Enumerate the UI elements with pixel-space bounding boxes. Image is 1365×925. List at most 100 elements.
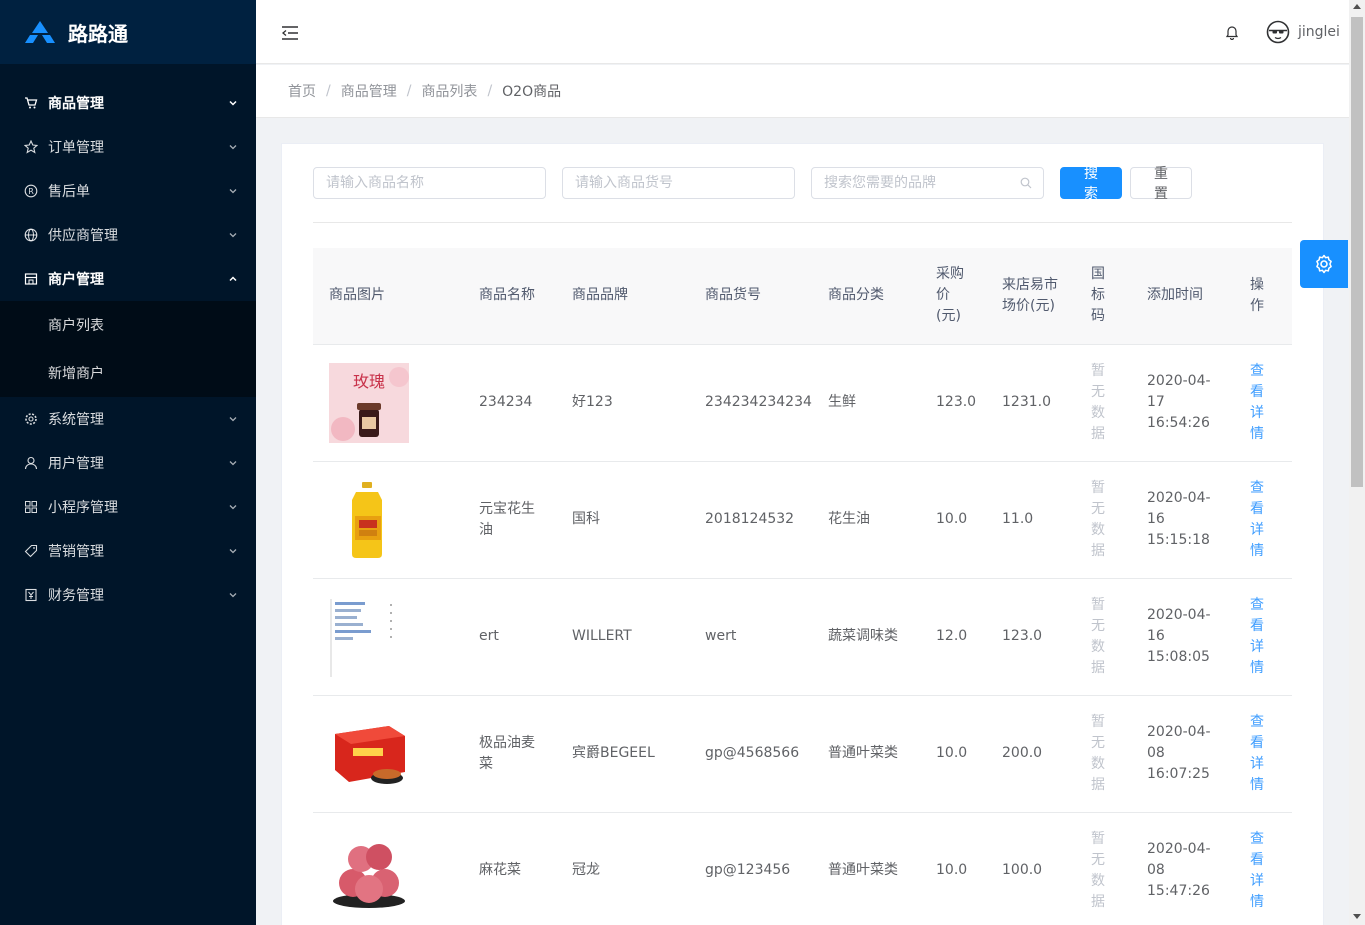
sidebar-item-aftersale[interactable]: R 售后单 bbox=[0, 169, 256, 213]
content-card: 搜 索 重 置 商品图片 商品名称 商品品牌 商品货号 商品分类 采购价(元) … bbox=[281, 143, 1324, 925]
settings-drawer-button[interactable] bbox=[1300, 240, 1348, 288]
goods-market-price: 200.0 bbox=[986, 695, 1075, 813]
goods-sku: 2018124532 bbox=[689, 461, 812, 579]
logo[interactable]: 路路通 bbox=[0, 0, 256, 64]
svg-text:玫瑰: 玫瑰 bbox=[353, 372, 385, 391]
registered-icon: R bbox=[24, 184, 38, 198]
goods-price: 10.0 bbox=[920, 695, 986, 813]
image-cell bbox=[313, 695, 463, 813]
goods-table: 商品图片 商品名称 商品品牌 商品货号 商品分类 采购价(元) 来店易市场价(元… bbox=[313, 248, 1292, 925]
view-detail-link[interactable]: 查看详情 bbox=[1234, 695, 1292, 813]
sidebar-item-goods[interactable]: 商品管理 bbox=[0, 81, 256, 125]
logo-icon bbox=[25, 21, 55, 43]
sidebar-item-label: 用户管理 bbox=[48, 456, 104, 472]
goods-category: 蔬菜调味类 bbox=[812, 578, 920, 696]
goods-name: ert bbox=[463, 578, 556, 696]
sidebar-item-label: 小程序管理 bbox=[48, 500, 118, 516]
breadcrumb-separator: / bbox=[326, 83, 331, 99]
reset-button[interactable]: 重 置 bbox=[1130, 166, 1192, 202]
goods-sku: gp@4568566 bbox=[689, 695, 812, 813]
scroll-down-icon[interactable] bbox=[1353, 914, 1361, 919]
shop-icon bbox=[24, 272, 38, 286]
goods-sku-input[interactable] bbox=[562, 167, 795, 199]
col-header-sku: 商品货号 bbox=[689, 248, 812, 345]
menu-fold-icon[interactable] bbox=[280, 24, 300, 42]
grid-icon bbox=[24, 500, 38, 514]
sidebar-item-label: 商户管理 bbox=[48, 272, 104, 288]
sidebar-item-system[interactable]: 系统管理 bbox=[0, 397, 256, 441]
goods-category: 花生油 bbox=[812, 461, 920, 579]
app-name: 路路通 bbox=[68, 21, 128, 46]
sidebar-subitem-merchant-list[interactable]: 商户列表 bbox=[0, 301, 256, 349]
chevron-down-icon bbox=[229, 549, 237, 554]
breadcrumb-home[interactable]: 首页 bbox=[288, 81, 316, 101]
col-header-name: 商品名称 bbox=[463, 248, 556, 345]
chevron-down-icon bbox=[229, 505, 237, 510]
avatar[interactable] bbox=[1266, 20, 1290, 44]
image-cell bbox=[313, 578, 463, 696]
svg-text:R: R bbox=[28, 187, 34, 196]
col-header-gb-code: 国标码 bbox=[1075, 248, 1131, 345]
goods-time: 2020-04-16 15:08:05 bbox=[1131, 578, 1234, 696]
goods-brand: 好123 bbox=[556, 344, 689, 462]
view-detail-link[interactable]: 查看详情 bbox=[1234, 344, 1292, 462]
table-row: 元宝花生油 国科 2018124532 花生油 10.0 11.0 暂无数据 2… bbox=[313, 461, 1292, 579]
screenshot-image bbox=[329, 596, 409, 677]
chevron-down-icon bbox=[229, 417, 237, 422]
finance-icon bbox=[24, 588, 38, 602]
goods-sku: 234234234234 bbox=[689, 344, 812, 462]
chevron-down-icon bbox=[229, 461, 237, 466]
goods-market-price: 11.0 bbox=[986, 461, 1075, 579]
sidebar-subitem-add-merchant[interactable]: 新增商户 bbox=[0, 349, 256, 397]
sidebar-item-label: 订单管理 bbox=[48, 140, 104, 156]
goods-market-price: 123.0 bbox=[986, 578, 1075, 696]
sidebar-item-users[interactable]: 用户管理 bbox=[0, 441, 256, 485]
chevron-down-icon bbox=[229, 189, 237, 194]
table-row: 玫瑰 234234 好123 234234234234 生鲜 123.0 123… bbox=[313, 344, 1292, 462]
sidebar-item-merchants[interactable]: 商户管理 bbox=[0, 257, 256, 301]
goods-category: 生鲜 bbox=[812, 344, 920, 462]
goods-gb-code: 暂无数据 bbox=[1075, 344, 1131, 462]
globe-icon bbox=[24, 228, 38, 242]
sidebar-item-miniprogram[interactable]: 小程序管理 bbox=[0, 485, 256, 529]
view-detail-link[interactable]: 查看详情 bbox=[1234, 578, 1292, 696]
goods-price: 10.0 bbox=[920, 812, 986, 925]
sidebar-menu: 商品管理 订单管理 R 售后单 供应商管理 商户管理 商户列表 新增商户 系统管… bbox=[0, 64, 256, 617]
goods-name: 234234 bbox=[463, 344, 556, 462]
chevron-down-icon bbox=[229, 100, 237, 106]
search-icon bbox=[1020, 177, 1032, 189]
goods-time: 2020-04-17 16:54:26 bbox=[1131, 344, 1234, 462]
cart-icon bbox=[24, 96, 38, 110]
sidebar-item-suppliers[interactable]: 供应商管理 bbox=[0, 213, 256, 257]
chevron-down-icon bbox=[229, 145, 237, 150]
breadcrumb-goods-list[interactable]: 商品列表 bbox=[421, 81, 477, 101]
view-detail-link[interactable]: 查看详情 bbox=[1234, 812, 1292, 925]
gear-icon bbox=[24, 412, 38, 426]
username[interactable]: jinglei bbox=[1298, 24, 1340, 40]
sidebar-item-label: 供应商管理 bbox=[48, 228, 118, 244]
goods-price: 12.0 bbox=[920, 578, 986, 696]
breadcrumb-goods-mgmt[interactable]: 商品管理 bbox=[341, 81, 397, 101]
goods-time: 2020-04-16 15:15:18 bbox=[1131, 461, 1234, 579]
sidebar: 路路通 商品管理 订单管理 R 售后单 供应商管理 商户管理 商户列表 新增商户… bbox=[0, 0, 256, 925]
scroll-up-icon[interactable] bbox=[1353, 4, 1361, 9]
brand-select[interactable] bbox=[811, 167, 1044, 199]
bell-icon[interactable] bbox=[1224, 24, 1240, 40]
goods-gb-code: 暂无数据 bbox=[1075, 461, 1131, 579]
sidebar-item-finance[interactable]: 财务管理 bbox=[0, 573, 256, 617]
view-detail-link[interactable]: 查看详情 bbox=[1234, 461, 1292, 579]
sidebar-item-marketing[interactable]: 营销管理 bbox=[0, 529, 256, 573]
col-header-brand: 商品品牌 bbox=[556, 248, 689, 345]
goods-sku: wert bbox=[689, 578, 812, 696]
gear-icon bbox=[1316, 254, 1332, 274]
breadcrumb-separator: / bbox=[406, 83, 412, 99]
col-header-category: 商品分类 bbox=[812, 248, 920, 345]
search-button[interactable]: 搜 索 bbox=[1060, 166, 1122, 202]
brand-search-input[interactable] bbox=[811, 167, 1044, 199]
sidebar-item-orders[interactable]: 订单管理 bbox=[0, 125, 256, 169]
scrollbar-thumb[interactable] bbox=[1351, 17, 1363, 487]
tag-icon bbox=[24, 544, 38, 558]
chevron-down-icon bbox=[229, 593, 237, 598]
goods-name-input[interactable] bbox=[313, 167, 546, 199]
breadcrumb-current: O2O商品 bbox=[502, 84, 562, 100]
